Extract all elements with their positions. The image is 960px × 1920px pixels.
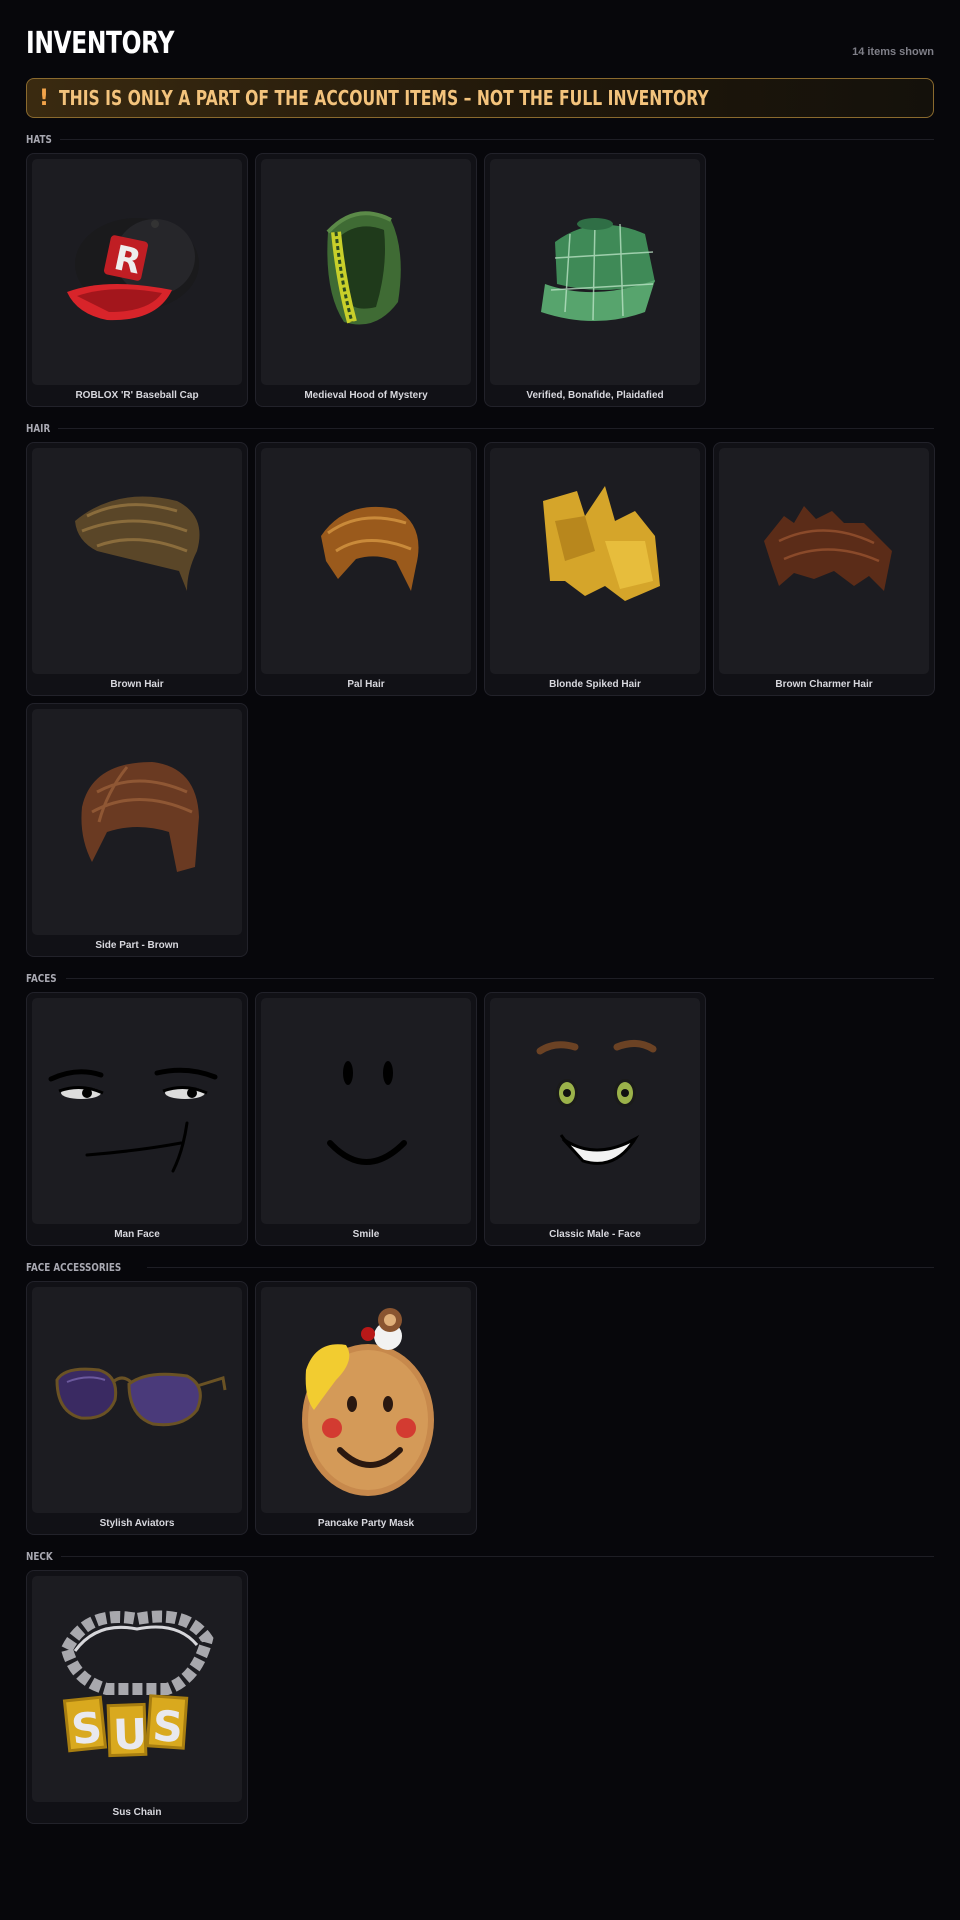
section-label: HATS — [26, 132, 52, 146]
inventory-page: INVENTORY 14 items shown ! THIS IS ONLY … — [26, 0, 935, 1824]
section-header-hats: HATS — [26, 129, 934, 149]
item-thumbnail — [32, 709, 242, 935]
section-header-hair: HAIR — [26, 418, 934, 438]
item-card[interactable]: R ROBLOX 'R' Baseball Cap — [26, 153, 248, 407]
item-thumbnail — [719, 448, 929, 674]
blonde-spiked-hair-icon — [543, 486, 660, 601]
item-card[interactable]: S U S Sus Chain — [26, 1570, 248, 1824]
pal-hair-icon — [321, 506, 419, 591]
item-thumbnail: R — [32, 159, 242, 385]
item-name: Stylish Aviators — [99, 1518, 175, 1529]
section-header-faces: FACES — [26, 968, 934, 988]
item-count: 14 items shown — [852, 46, 934, 58]
section-grid-faces: Man Face Smile Classic Male - Face — [26, 992, 934, 1246]
section-grid-neck: S U S Sus Chain — [26, 1570, 934, 1824]
item-thumbnail — [261, 159, 471, 385]
item-thumbnail — [261, 998, 471, 1224]
item-name: Pancake Party Mask — [317, 1518, 415, 1529]
sus-chain-icon: S U S — [60, 1610, 214, 1759]
brown-charmer-hair-icon — [764, 506, 892, 591]
item-card[interactable]: Pancake Party Mask — [255, 1281, 477, 1535]
item-card[interactable]: Blonde Spiked Hair — [484, 442, 706, 696]
item-thumbnail — [261, 448, 471, 674]
item-card[interactable]: Pal Hair — [255, 442, 477, 696]
item-thumbnail — [261, 1287, 471, 1513]
item-thumbnail — [32, 1287, 242, 1513]
section-grid-hats: R ROBLOX 'R' Baseball Cap Medieval Hood … — [26, 153, 934, 407]
item-thumbnail — [490, 159, 700, 385]
item-name: Brown Hair — [110, 679, 164, 690]
item-name: Verified, Bonafide, Plaidafied — [526, 390, 664, 401]
notice-banner: ! THIS IS ONLY A PART OF THE ACCOUNT ITE… — [26, 78, 934, 118]
roblox-r-baseball-cap-icon: R — [67, 218, 199, 321]
section-header-neck: NECK — [26, 1546, 934, 1566]
section-label: FACES — [26, 971, 57, 985]
item-name: Smile — [352, 1229, 380, 1240]
item-card[interactable]: Medieval Hood of Mystery — [255, 153, 477, 407]
section-label: FACE ACCESSORIES — [26, 1260, 122, 1274]
item-thumbnail — [490, 448, 700, 674]
pancake-mask-icon — [302, 1308, 434, 1496]
item-name: ROBLOX 'R' Baseball Cap — [75, 390, 199, 401]
item-card[interactable]: Brown Charmer Hair — [713, 442, 935, 696]
svg-text:S: S — [69, 1702, 104, 1754]
svg-text:U: U — [112, 1709, 148, 1759]
section-label: NECK — [26, 1549, 53, 1563]
man-face-icon — [48, 1067, 218, 1173]
section-divider — [58, 427, 934, 429]
item-card[interactable]: Classic Male - Face — [484, 992, 706, 1246]
item-thumbnail: S U S — [32, 1576, 242, 1802]
item-card[interactable]: Stylish Aviators — [26, 1281, 248, 1535]
side-part-hair-icon — [81, 762, 199, 872]
item-thumbnail — [490, 998, 700, 1224]
warning-icon: ! — [39, 85, 50, 111]
item-card[interactable]: Smile — [255, 992, 477, 1246]
section-divider — [60, 138, 934, 140]
item-card[interactable]: Verified, Bonafide, Plaidafied — [484, 153, 706, 407]
item-name: Man Face — [114, 1229, 160, 1240]
section-label: HAIR — [26, 421, 51, 435]
aviator-sunglasses-icon — [55, 1367, 227, 1427]
section-header-face-accessories: FACE ACCESSORIES — [26, 1257, 934, 1277]
medieval-hood-icon — [326, 211, 401, 325]
item-card[interactable]: Brown Hair — [26, 442, 248, 696]
item-card[interactable]: Side Part - Brown — [26, 703, 248, 957]
notice-text: THIS IS ONLY A PART OF THE ACCOUNT ITEMS… — [59, 86, 709, 110]
item-name: Blonde Spiked Hair — [549, 679, 641, 690]
section-divider — [66, 977, 934, 979]
page-header: INVENTORY 14 items shown — [26, 0, 934, 78]
plaid-cap-icon — [541, 218, 655, 321]
section-grid-hair: Brown Hair Pal Hair Blonde Spiked Hair B… — [26, 442, 935, 957]
item-name: Pal Hair — [347, 679, 385, 690]
item-name: Brown Charmer Hair — [775, 679, 873, 690]
item-name: Classic Male - Face — [549, 1229, 641, 1240]
item-card[interactable]: Man Face — [26, 992, 248, 1246]
item-name: Medieval Hood of Mystery — [304, 390, 428, 401]
section-divider — [61, 1555, 934, 1557]
classic-male-face-icon — [536, 1040, 657, 1165]
item-thumbnail — [32, 998, 242, 1224]
section-divider — [147, 1266, 934, 1268]
page-title: INVENTORY — [26, 26, 175, 61]
item-name: Side Part - Brown — [95, 940, 179, 951]
section-grid-face-accessories: Stylish Aviators Pancake Party Mask — [26, 1281, 934, 1535]
brown-hair-icon — [75, 496, 200, 591]
smile-face-icon — [327, 1061, 407, 1165]
svg-text:S: S — [151, 1701, 185, 1752]
item-thumbnail — [32, 448, 242, 674]
item-name: Sus Chain — [112, 1807, 162, 1818]
